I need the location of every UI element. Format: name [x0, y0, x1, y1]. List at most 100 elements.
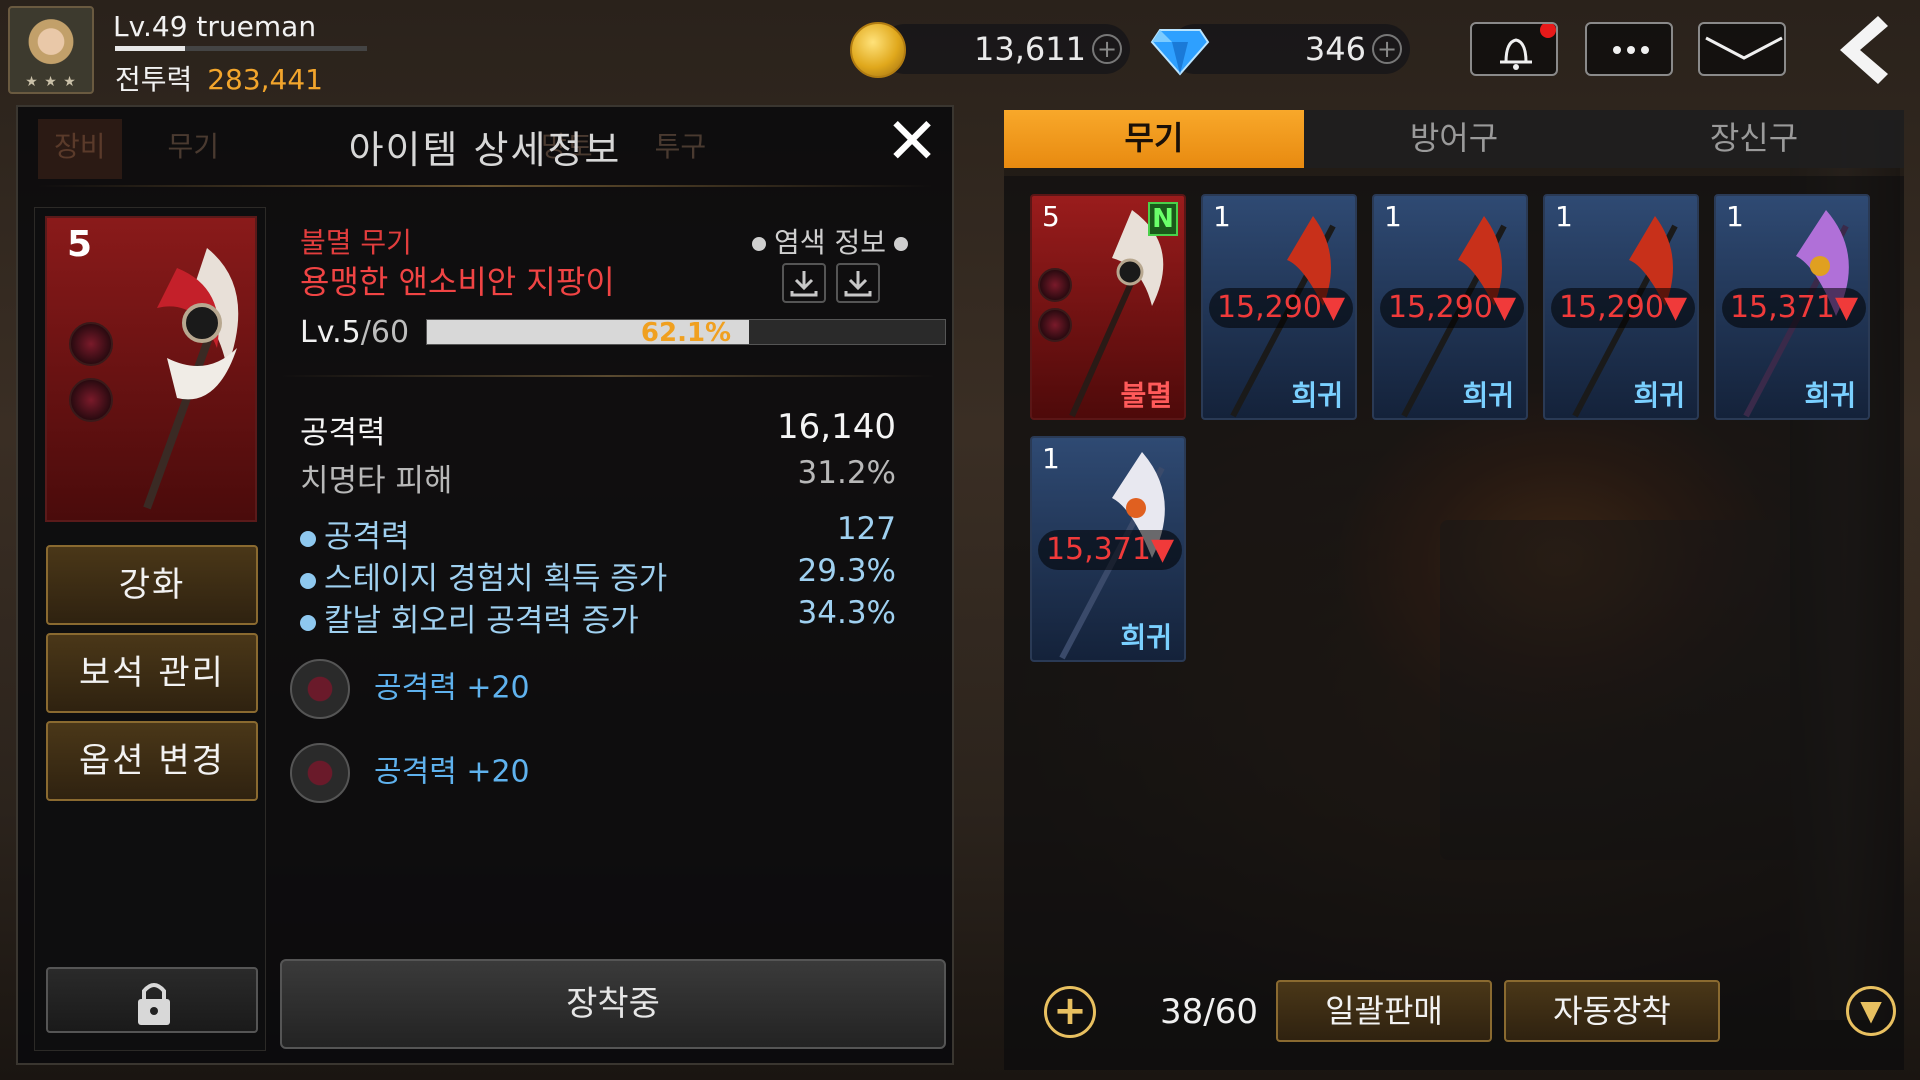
mail-button[interactable]: [1698, 22, 1786, 76]
divider: [38, 185, 932, 187]
bulk-sell-button[interactable]: 일괄판매: [1276, 980, 1492, 1042]
gem-slot-row: 공격력 +20: [290, 659, 530, 719]
gem-slot-row: 공격력 +20: [290, 743, 530, 803]
tab-accessory[interactable]: 장신구: [1604, 110, 1904, 168]
stat-row: 치명타 피해 31.2%: [300, 455, 896, 500]
bonus-value: 29.3%: [797, 553, 896, 589]
bullet-icon: [300, 614, 316, 631]
gold-add-button[interactable]: +: [1092, 34, 1122, 64]
gem-manage-button[interactable]: 보석 관리: [46, 633, 258, 713]
new-badge: N: [1148, 202, 1178, 236]
item-preview-column: 5: [34, 207, 266, 1051]
combat-power-value: 283,441: [207, 63, 323, 96]
stat-value: 31.2%: [797, 455, 896, 491]
item-power-value: 15,371: [1729, 290, 1835, 325]
tab-armor[interactable]: 방어구: [1304, 110, 1604, 168]
download-icon[interactable]: [836, 263, 880, 303]
gem-amount: 346: [1304, 30, 1366, 68]
bonus-row: 스테이지 경험치 획득 증가 29.3%: [300, 553, 896, 598]
inventory-tabs: 무기 방어구 장신구: [1004, 110, 1904, 168]
chevron-down-icon[interactable]: ▼: [1846, 986, 1896, 1036]
bonus-row: 공격력 127: [300, 511, 896, 556]
top-bar: ★ ★ ★ Lv.49 trueman 전투력 283,441 13,611 +…: [0, 0, 1920, 100]
item-grade: 희귀: [1804, 379, 1856, 412]
staff-icon: [143, 248, 239, 510]
option-change-button[interactable]: 옵션 변경: [46, 721, 258, 801]
chat-icon: [1613, 46, 1649, 54]
stat-value: 16,140: [777, 407, 896, 447]
item-count: 1: [1726, 200, 1744, 233]
gem-socket-icon: [1038, 308, 1072, 342]
item-count: 1: [1384, 200, 1402, 233]
gem-socket-icon: [1038, 268, 1072, 302]
item-card-level: 5: [67, 224, 93, 265]
auto-equip-button[interactable]: 자동장착: [1504, 980, 1720, 1042]
item-power-value: 15,290: [1558, 290, 1664, 325]
expand-slots-button[interactable]: +: [1044, 986, 1096, 1038]
gem-effect: 공격력 +20: [374, 754, 530, 790]
item-grade: 희귀: [1462, 379, 1514, 412]
inventory-item[interactable]: 1 15,290▼ 희귀: [1201, 194, 1357, 420]
bonus-value: 127: [836, 511, 896, 547]
item-level-current: Lv.5: [300, 315, 361, 350]
combat-power-label: 전투력: [115, 63, 193, 96]
item-count: 1: [1555, 200, 1573, 233]
notification-button[interactable]: [1470, 22, 1558, 76]
item-power: 15,290▼: [1380, 288, 1524, 328]
item-name: 용맹한 앤소비안 지팡이: [300, 263, 615, 301]
inventory-item[interactable]: 1 15,290▼ 희귀: [1372, 194, 1528, 420]
bonus-row: 칼날 회오리 공격력 증가 34.3%: [300, 595, 896, 640]
item-grade: 희귀: [1291, 379, 1343, 412]
gem-icon: [290, 743, 350, 803]
inventory-item[interactable]: 1 15,290▼ 희귀: [1543, 194, 1699, 420]
exp-percent: 62.1%: [640, 318, 732, 348]
inventory-item[interactable]: 5 N 불멸: [1030, 194, 1186, 420]
combat-power: 전투력 283,441: [115, 58, 323, 98]
chat-button[interactable]: [1585, 22, 1673, 76]
lock-icon: [138, 983, 170, 1025]
item-power: 15,290▼: [1209, 288, 1353, 328]
item-power: 15,290▼: [1551, 288, 1695, 328]
item-count: 1: [1042, 442, 1060, 475]
stat-label: 치명타 피해: [300, 463, 453, 499]
equipped-button[interactable]: 장착중: [280, 959, 946, 1049]
inventory-item[interactable]: 1 15,371▼ 희귀: [1714, 194, 1870, 420]
gem-effect: 공격력 +20: [374, 670, 530, 706]
mail-icon: [1705, 36, 1783, 60]
item-power-value: 15,290: [1216, 290, 1322, 325]
inventory-footer: + 38/60 일괄판매 자동장착 ▼: [1030, 980, 1896, 1050]
item-power: 15,371▼: [1038, 530, 1182, 570]
item-count: 1: [1213, 200, 1231, 233]
bell-icon: [1500, 22, 1556, 70]
gold-amount: 13,611: [974, 30, 1086, 68]
item-power-value: 15,290: [1387, 290, 1493, 325]
tab-weapon[interactable]: 무기: [1004, 110, 1304, 168]
bonus-label: 칼날 회오리 공격력 증가: [324, 603, 639, 639]
player-level-name: Lv.49 trueman: [113, 10, 317, 43]
item-level: Lv.5/60: [300, 315, 409, 350]
inventory-item[interactable]: 1 15,371▼ 희귀: [1030, 436, 1186, 662]
divider: [280, 375, 936, 377]
back-arrow-icon[interactable]: [1820, 12, 1898, 88]
item-count: 5: [1042, 200, 1060, 233]
download-icon[interactable]: [782, 263, 826, 303]
inventory-capacity: 38/60: [1160, 992, 1258, 1032]
bonus-label: 스테이지 경험치 획득 증가: [324, 561, 668, 597]
avatar[interactable]: ★ ★ ★: [8, 6, 94, 94]
rank-stars: ★ ★ ★: [25, 74, 77, 90]
bonus-label: 공격력: [324, 519, 410, 555]
item-card: 5: [45, 216, 257, 522]
item-grade: 희귀: [1633, 379, 1685, 412]
gold-display: 13,611 +: [880, 24, 1130, 74]
gem-add-button[interactable]: +: [1372, 34, 1402, 64]
bonus-value: 34.3%: [797, 595, 896, 631]
item-detail-panel: 장비 무기 망토 투구 아이템 상세정보 ✕ 5 강화 보석 관리 옵션 변경: [16, 105, 954, 1065]
enhance-button[interactable]: 강화: [46, 545, 258, 625]
diamond-icon: [1150, 29, 1210, 76]
exp-progress-bar: 62.1%: [426, 318, 946, 348]
dye-info[interactable]: 염색 정보: [744, 221, 916, 261]
item-grade: 불멸: [1120, 379, 1172, 412]
dye-info-label: 염색 정보: [774, 226, 886, 259]
close-icon[interactable]: ✕: [882, 110, 942, 174]
lock-button[interactable]: [46, 967, 258, 1033]
